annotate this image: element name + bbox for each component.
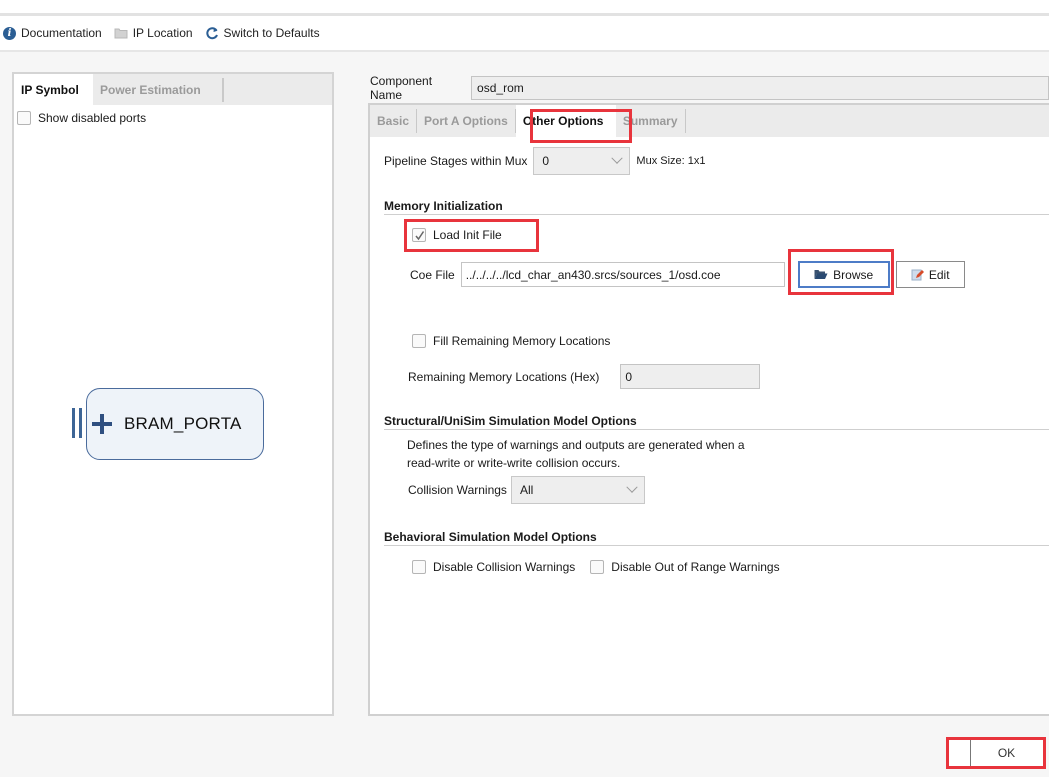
top-strip <box>0 0 1049 13</box>
fill-remaining-label: Fill Remaining Memory Locations <box>433 334 611 348</box>
bram-porta-interface[interactable]: BRAM_PORTA <box>72 388 264 460</box>
load-init-file-checkbox[interactable] <box>412 228 426 242</box>
remaining-memory-row: Remaining Memory Locations (Hex) 0 <box>408 364 761 389</box>
structural-desc-line1: Defines the type of warnings and outputs… <box>407 438 745 452</box>
memory-init-title: Memory Initialization <box>384 199 503 213</box>
switch-defaults-button[interactable]: Switch to Defaults <box>205 26 320 40</box>
show-disabled-ports-checkbox[interactable] <box>17 111 31 125</box>
tab-summary[interactable]: Summary <box>616 105 685 137</box>
pipeline-label: Pipeline Stages within Mux <box>384 154 528 168</box>
structural-desc-line2: read-write or write-write collision occu… <box>407 456 621 470</box>
collision-warnings-select[interactable]: All <box>510 476 645 504</box>
section-divider <box>384 214 1049 215</box>
remaining-memory-label: Remaining Memory Locations (Hex) <box>408 369 600 384</box>
options-panel: Basic Port A Options Other Options Summa… <box>368 103 1049 716</box>
documentation-button[interactable]: i Documentation <box>3 26 102 40</box>
component-name-input[interactable] <box>471 76 1049 100</box>
mux-size-label: Mux Size: 1x1 <box>636 155 706 167</box>
section-divider <box>384 545 1049 546</box>
tab-ip-symbol[interactable]: IP Symbol <box>14 74 93 105</box>
edit-label: Edit <box>928 267 950 282</box>
pipeline-stages-value: 0 <box>542 154 550 168</box>
bram-porta-label: BRAM_PORTA <box>124 414 242 433</box>
tab-port-a-options[interactable]: Port A Options <box>417 105 515 137</box>
browse-button[interactable]: Browse <box>797 261 890 288</box>
tab-power-estimation[interactable]: Power Estimation <box>93 74 208 105</box>
options-tab-bar: Basic Port A Options Other Options Summa… <box>370 105 1049 137</box>
ok-button[interactable]: OK <box>970 739 1042 767</box>
folder-icon <box>114 27 128 39</box>
pipeline-stages-select[interactable]: 0 <box>533 147 631 175</box>
behavioral-options-row: Disable Collision Warnings Disable Out o… <box>412 560 780 574</box>
tab-separator <box>208 77 224 102</box>
expand-plus-icon[interactable] <box>92 414 112 434</box>
ip-location-button[interactable]: IP Location <box>114 26 193 40</box>
tab-basic[interactable]: Basic <box>370 105 416 137</box>
documentation-label: Documentation <box>21 26 102 40</box>
edit-button[interactable]: Edit <box>895 261 965 288</box>
section-divider <box>384 429 1049 430</box>
show-disabled-ports-label: Show disabled ports <box>38 111 147 125</box>
chevron-down-icon <box>626 481 638 493</box>
ip-symbol-panel: IP Symbol Power Estimation Show disabled… <box>12 72 334 716</box>
folder-open-icon <box>814 269 828 280</box>
component-name-row: Component Name <box>370 74 1049 102</box>
disable-out-of-range-label: Disable Out of Range Warnings <box>611 560 780 574</box>
fill-remaining-checkbox[interactable] <box>412 334 426 348</box>
refresh-icon <box>205 26 219 40</box>
coe-file-label: Coe File <box>410 267 455 282</box>
component-name-label: Component Name <box>370 74 433 102</box>
collision-warnings-value: All <box>519 483 534 497</box>
collision-warnings-label: Collision Warnings <box>408 483 507 497</box>
chevron-down-icon <box>611 152 624 164</box>
load-init-file-label: Load Init File <box>433 228 502 242</box>
collision-warnings-row: Collision Warnings All <box>408 476 645 504</box>
coe-file-input[interactable]: ../../../../lcd_char_an430.srcs/sources_… <box>460 262 785 287</box>
structural-sim-title: Structural/UniSim Simulation Model Optio… <box>384 414 637 428</box>
switch-defaults-label: Switch to Defaults <box>223 26 320 40</box>
pipeline-row: Pipeline Stages within Mux 0 Mux Size: 1… <box>384 147 706 175</box>
toolbar: i Documentation IP Location Switch to De… <box>0 16 1049 52</box>
tab-separator <box>684 109 686 133</box>
edit-icon <box>911 268 924 281</box>
left-tab-bar: IP Symbol Power Estimation <box>14 74 332 105</box>
ip-location-label: IP Location <box>132 26 193 40</box>
load-init-row: Load Init File <box>412 228 502 242</box>
remaining-memory-input[interactable]: 0 <box>620 364 761 389</box>
browse-label: Browse <box>833 267 874 282</box>
disable-collision-checkbox[interactable] <box>412 560 426 574</box>
checkmark-icon <box>414 230 424 240</box>
show-disabled-ports-row: Show disabled ports <box>14 105 332 125</box>
coe-file-row: Coe File ../../../../lcd_char_an430.srcs… <box>410 261 965 288</box>
info-icon: i <box>3 26 16 40</box>
fill-remaining-row: Fill Remaining Memory Locations <box>412 334 610 348</box>
behavioral-sim-title: Behavioral Simulation Model Options <box>384 530 597 544</box>
tab-other-options[interactable]: Other Options <box>515 105 616 137</box>
disable-out-of-range-checkbox[interactable] <box>590 560 605 574</box>
bus-connector-icon <box>72 408 82 438</box>
disable-collision-label: Disable Collision Warnings <box>433 560 576 574</box>
